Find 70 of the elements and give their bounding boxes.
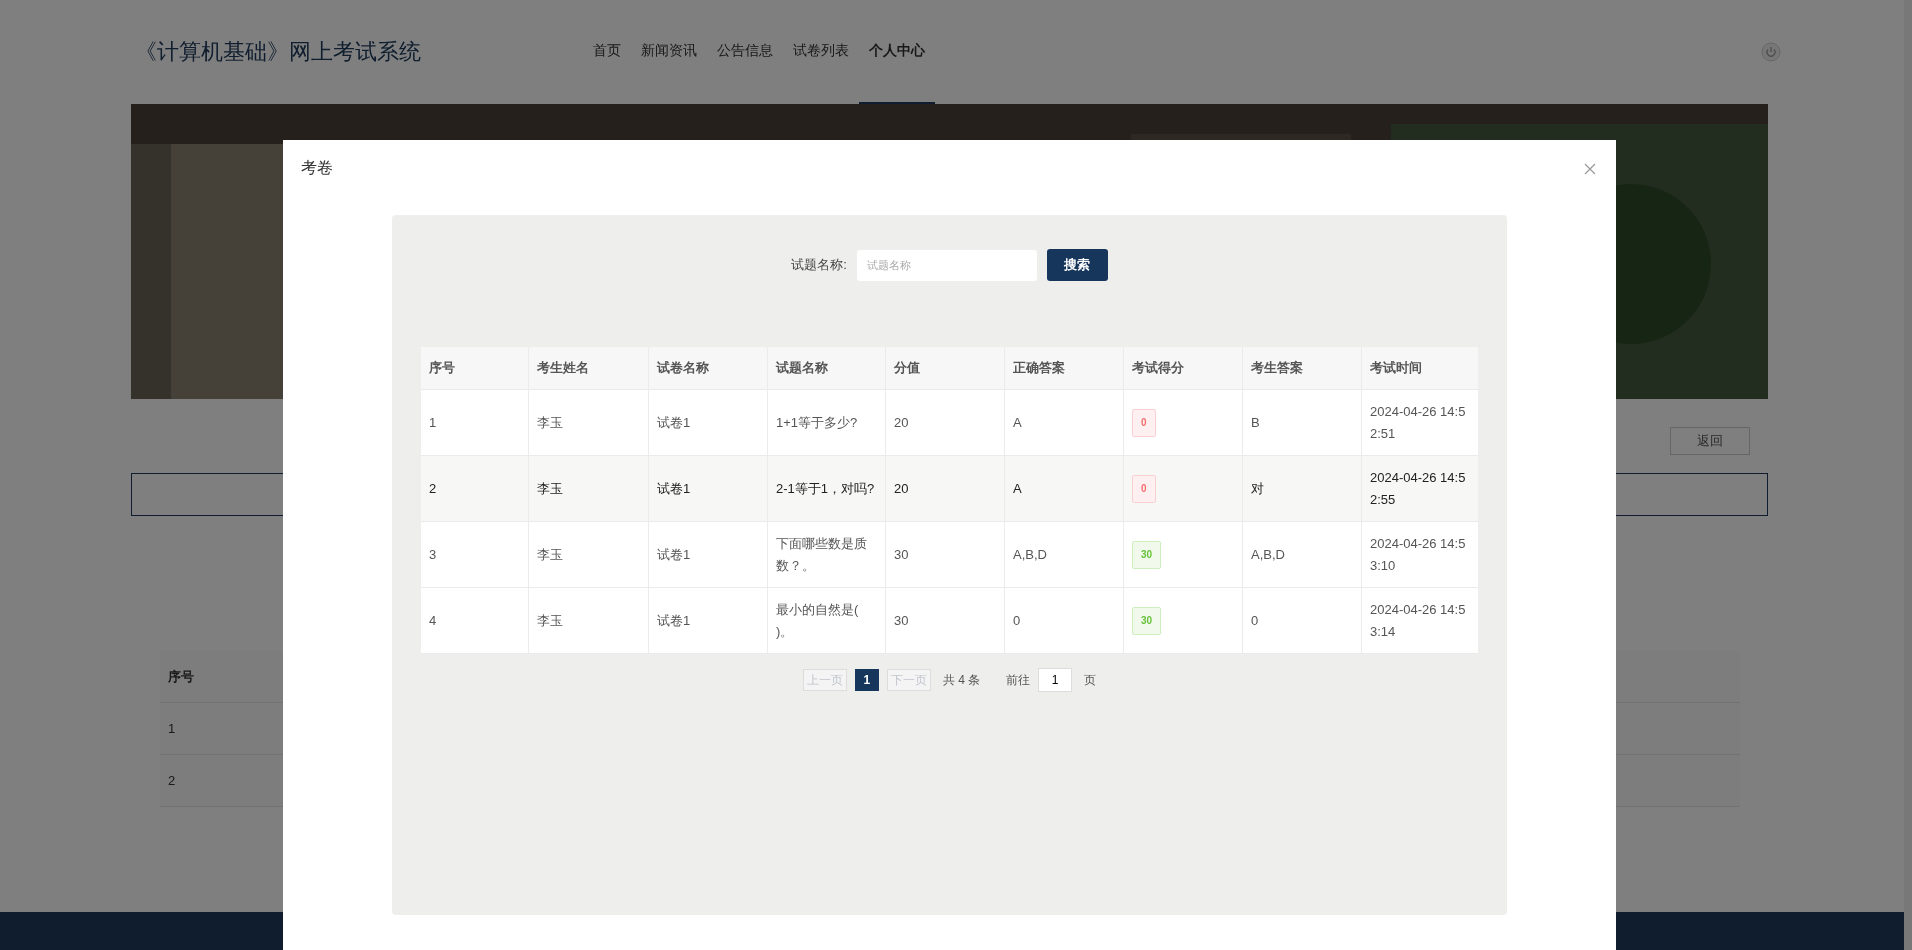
table-cell: 2 <box>421 456 529 521</box>
table-cell: 4 <box>421 588 529 653</box>
table-cell: 0 <box>1005 588 1124 653</box>
power-icon[interactable] <box>1761 42 1781 62</box>
scrollbar[interactable] <box>1904 0 1912 950</box>
close-icon[interactable] <box>1584 162 1596 175</box>
table-cell: 试卷1 <box>649 522 768 587</box>
table-cell-text: 2024-04-26 14:52:55 <box>1369 468 1467 509</box>
table-cell: 20 <box>886 390 1005 455</box>
table-cell: 李玉 <box>529 588 649 653</box>
table-row[interactable]: 1 李玉 试卷1 1+1等于多少? 20 A 0 B 2024-04-26 14:52:51 <box>421 390 1478 456</box>
table-row[interactable]: 2 李玉 试卷1 2-1等于1，对吗? 20 A 0 对 2024-04-26 14:52:55 <box>421 456 1478 522</box>
table-cell: 李玉 <box>529 522 649 587</box>
table-cell: 李玉 <box>529 456 649 521</box>
search-field[interactable]: 试题名称 <box>856 249 1037 281</box>
table-cell: 下面哪些数是质数？。 <box>768 522 886 587</box>
page-input[interactable]: 1 <box>1038 668 1073 692</box>
table-cell: A,B,D <box>1005 522 1124 587</box>
column-header: 分值 <box>886 347 1005 389</box>
goto-label: 前往 <box>1006 671 1031 689</box>
table-cell: 1+1等于多少? <box>768 390 886 455</box>
table-cell: 李玉 <box>529 390 649 455</box>
column-header: 试卷名称 <box>649 347 768 389</box>
table-row[interactable]: 3 李玉 试卷1 下面哪些数是质数？。 30 A,B,D 30 A,B,D 2024-04-26 14:53:10 <box>421 522 1478 588</box>
table-cell: 1 <box>421 390 529 455</box>
column-header: 考试得分 <box>1124 347 1243 389</box>
table-cell: 30 <box>886 522 1005 587</box>
column-header: 序号 <box>421 347 529 389</box>
table-cell: 试卷1 <box>649 390 768 455</box>
dialog-title: 考卷 <box>301 158 333 178</box>
column-header: 考试时间 <box>1369 359 1423 377</box>
nav-link[interactable]: 试卷列表 <box>783 0 859 104</box>
column-header: 考生姓名 <box>529 347 649 389</box>
table-cell: B <box>1243 390 1362 455</box>
column-header: 正确答案 <box>1005 347 1124 389</box>
score-tag: 0 <box>1132 474 1156 503</box>
table-cell: A,B,D <box>1243 522 1362 587</box>
table-row[interactable]: 4 李玉 试卷1 最小的自然是( )。 30 0 30 0 2024-04-26 14:53:14 <box>421 588 1478 654</box>
table-cell-text: 2024-04-26 14:53:10 <box>1369 534 1467 575</box>
back-button[interactable]: 返回 <box>1670 427 1750 455</box>
column-header: 序号 <box>167 667 195 686</box>
table-cell-text: 2024-04-26 14:53:14 <box>1369 600 1467 641</box>
table-cell: 2-1等于1，对吗? <box>768 456 886 521</box>
table-cell: 最小的自然是( )。 <box>768 588 886 653</box>
search-button[interactable]: 搜索 <box>1046 249 1108 281</box>
table-cell: A <box>1005 456 1124 521</box>
table-cell-text: 2 <box>167 773 177 788</box>
score-tag: 30 <box>1132 606 1162 635</box>
table-cell: 3 <box>421 522 529 587</box>
column-header: 试题名称 <box>768 347 886 389</box>
score-tag: 30 <box>1132 540 1162 569</box>
table-cell: 20 <box>886 456 1005 521</box>
nav-link[interactable]: 公告信息 <box>707 0 783 104</box>
table-cell: 对 <box>1243 456 1362 521</box>
page-suffix: 页 <box>1084 671 1097 689</box>
nav-link[interactable]: 新闻资讯 <box>631 0 707 104</box>
column-header: 考生答案 <box>1243 347 1362 389</box>
table-cell: 30 <box>886 588 1005 653</box>
search-label: 试题名称: <box>791 256 847 274</box>
table-cell: A <box>1005 390 1124 455</box>
page-button[interactable]: 1 <box>854 669 879 691</box>
nav-link[interactable]: 首页 <box>583 0 631 104</box>
table-cell: 试卷1 <box>649 456 768 521</box>
site-title: 《计算机基础》网上考试系统 <box>135 38 422 66</box>
table-cell-text: 2024-04-26 14:52:51 <box>1369 402 1467 443</box>
score-tag: 0 <box>1132 408 1156 437</box>
table-cell-text: 1 <box>167 721 177 736</box>
table-cell: 试卷1 <box>649 588 768 653</box>
total-count: 共 4 条 <box>942 671 981 689</box>
table-cell: 0 <box>1243 588 1362 653</box>
